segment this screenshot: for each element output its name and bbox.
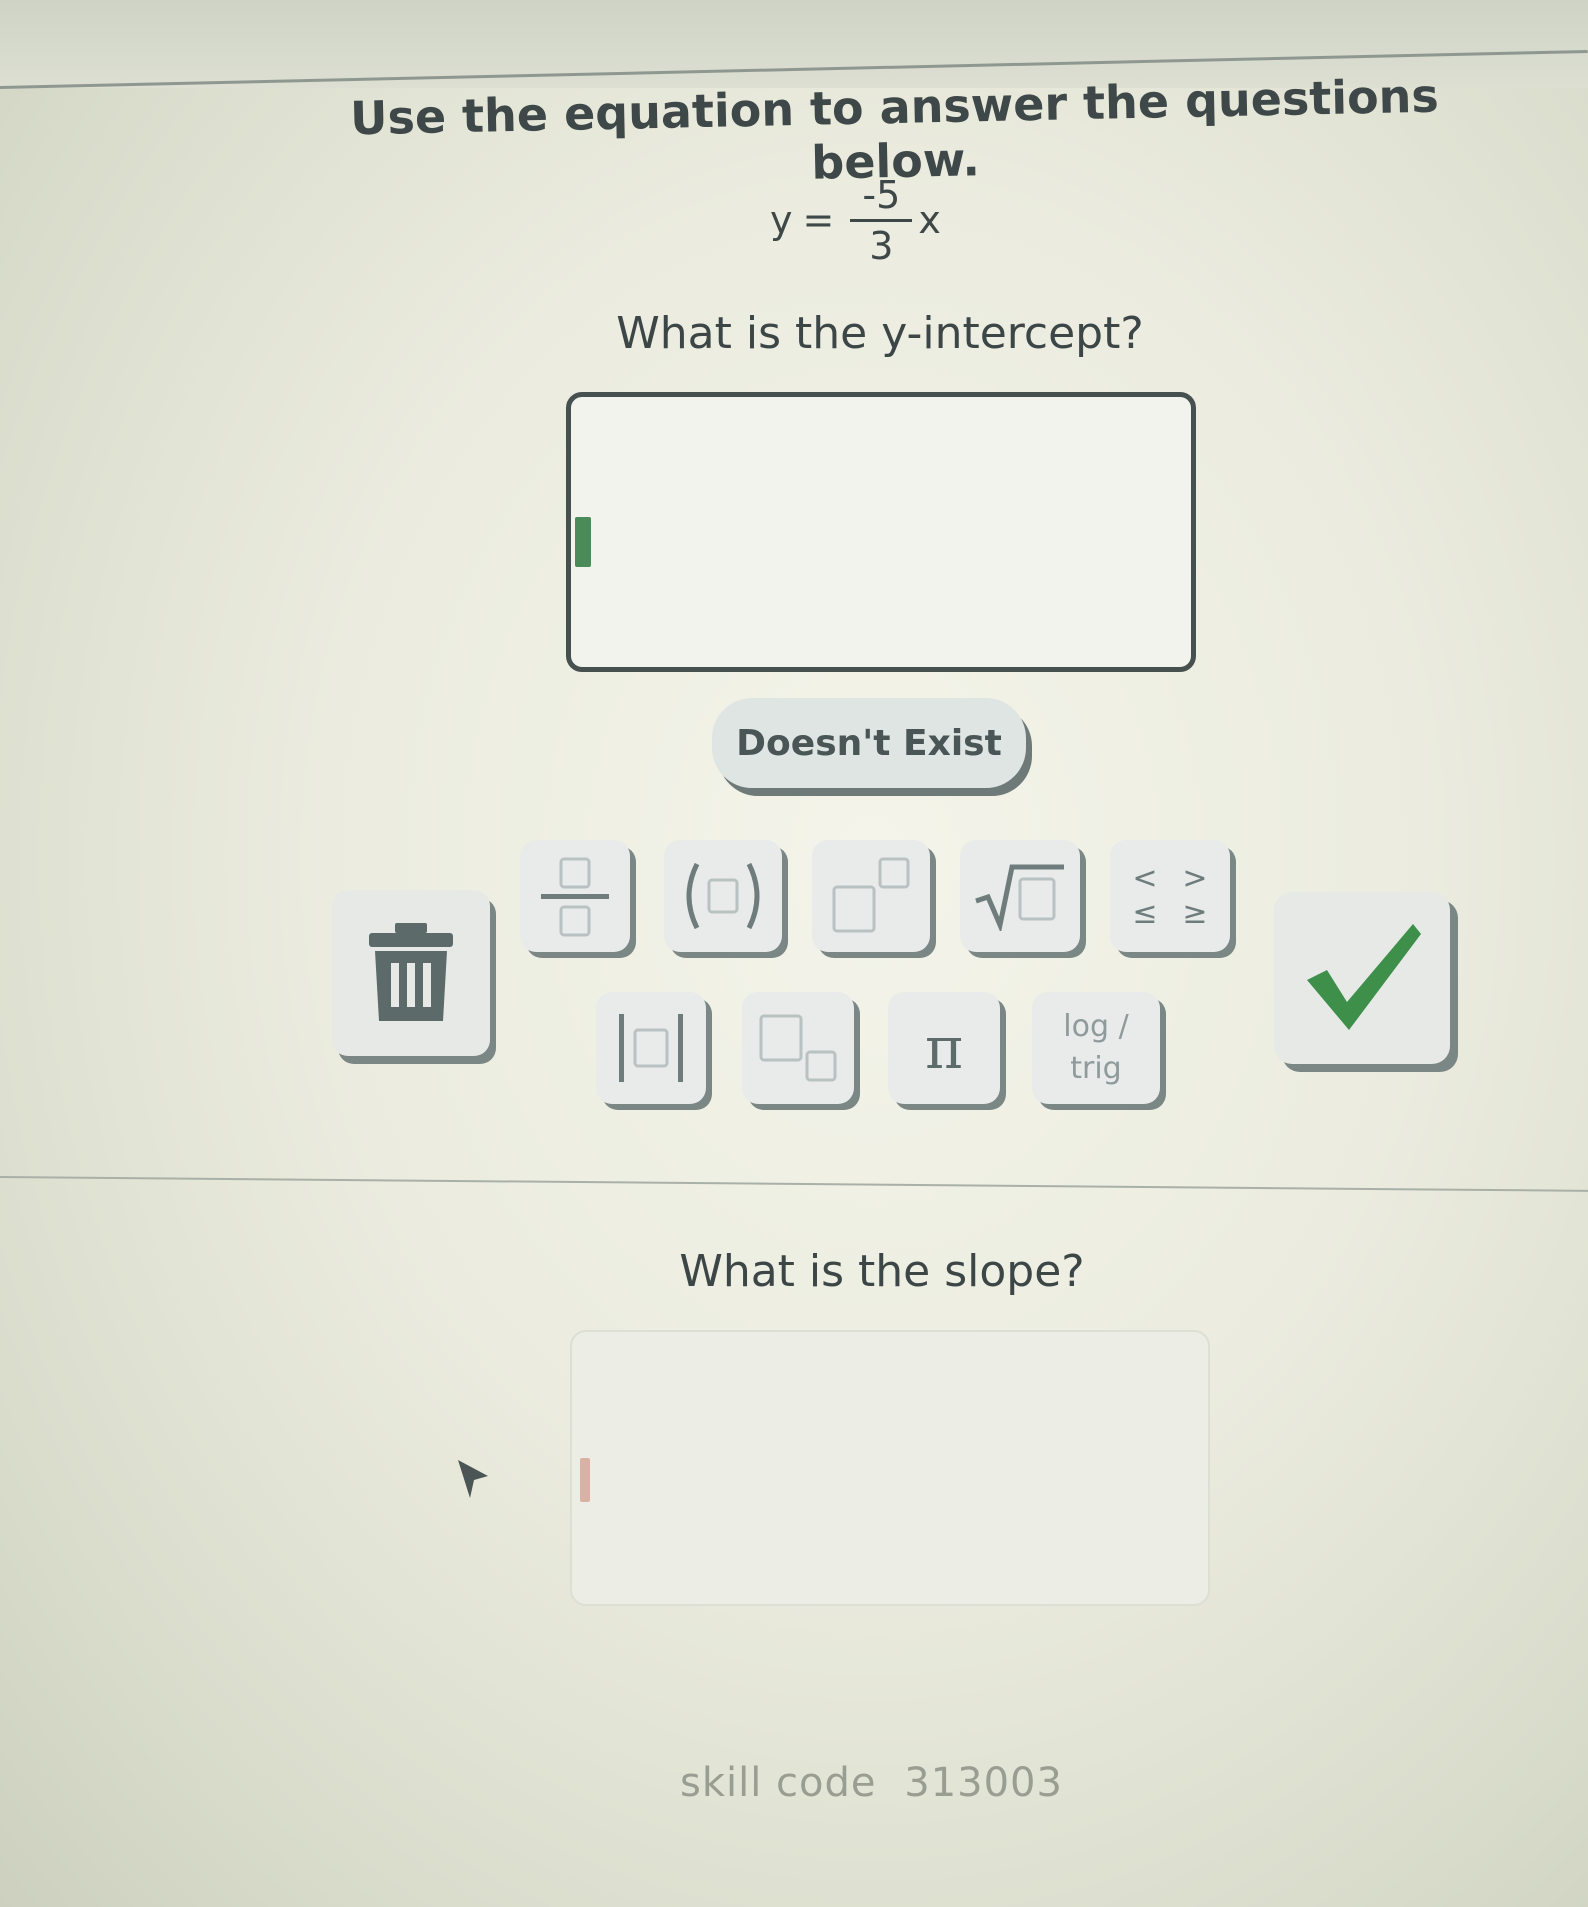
checkmark-icon — [1307, 924, 1421, 1030]
square-root-key[interactable] — [960, 840, 1080, 952]
greater-equal-symbol: ≥ — [1182, 896, 1208, 931]
absolute-value-key[interactable] — [596, 992, 706, 1104]
fraction-numerator: -5 — [862, 172, 901, 217]
slope-fraction: -5 3 — [850, 172, 913, 268]
log-trig-key[interactable]: log / trig — [1032, 992, 1160, 1104]
fraction-icon — [541, 857, 609, 937]
pi-symbol: π — [924, 1014, 964, 1082]
pi-key[interactable]: π — [888, 992, 1000, 1104]
fraction-bar — [850, 218, 913, 222]
absolute-value-icon — [619, 1014, 683, 1082]
log-label: log / — [1063, 1009, 1129, 1044]
exponent-icon — [832, 857, 910, 933]
skill-code-label: skill code — [680, 1760, 877, 1806]
parentheses-key[interactable] — [664, 840, 782, 952]
equation-equals: = — [802, 198, 835, 242]
fraction-denominator: 3 — [869, 223, 894, 268]
y-intercept-question: What is the y-intercept? — [616, 308, 1144, 359]
greater-than-symbol: > — [1182, 861, 1208, 896]
less-equal-symbol: ≤ — [1132, 896, 1158, 931]
slope-answer-box[interactable] — [570, 1330, 1210, 1606]
text-cursor — [575, 517, 591, 567]
equation: y = -5 3 x — [770, 160, 941, 280]
clear-button[interactable] — [332, 890, 490, 1056]
skill-code-value: 313003 — [904, 1760, 1063, 1806]
doesnt-exist-button[interactable]: Doesn't Exist — [712, 698, 1026, 788]
exponent-key[interactable] — [812, 840, 930, 952]
trig-label: trig — [1070, 1051, 1122, 1086]
subscript-key[interactable] — [742, 992, 854, 1104]
section-divider — [0, 1176, 1588, 1192]
equation-lhs: y — [770, 198, 793, 242]
y-intercept-answer-box[interactable] — [566, 392, 1196, 672]
skill-code-footer: skill code 313003 — [680, 1760, 1063, 1806]
subscript-icon — [759, 1014, 837, 1082]
fraction-key[interactable] — [520, 840, 630, 952]
less-than-symbol: < — [1132, 861, 1158, 896]
mouse-pointer-icon — [458, 1460, 488, 1498]
inequality-key[interactable]: < > ≤ ≥ — [1110, 840, 1230, 952]
equation-variable: x — [918, 198, 941, 242]
submit-button[interactable] — [1274, 892, 1450, 1064]
slope-question: What is the slope? — [679, 1246, 1085, 1297]
parentheses-icon — [686, 862, 760, 930]
text-cursor-faint — [580, 1458, 590, 1502]
square-root-icon — [975, 864, 1064, 931]
trash-icon — [369, 923, 453, 1021]
